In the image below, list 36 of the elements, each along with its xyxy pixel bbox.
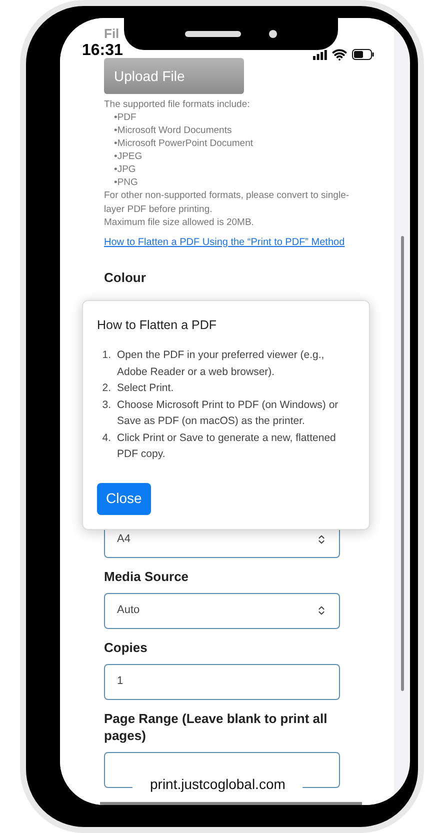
format-item: •Microsoft Word Documents xyxy=(114,124,233,137)
note-text: Maximum file size allowed is 20MB. xyxy=(104,216,255,230)
format-item: •JPEG xyxy=(114,150,144,163)
chevron-updown-icon xyxy=(316,534,327,545)
dialog-title: How to Flatten a PDF xyxy=(97,317,218,333)
step-text: Select Print. xyxy=(117,381,175,396)
battery-icon xyxy=(352,49,374,60)
close-button[interactable]: Close xyxy=(97,482,151,514)
select-field[interactable]: Auto xyxy=(104,592,340,628)
colour-label: Colour xyxy=(104,270,147,286)
step-number: 3. xyxy=(101,398,111,412)
step-text: Open the PDF in your preferred viewer (e.g., Adobe Reader or a web browser). xyxy=(117,348,326,380)
signal-icon xyxy=(313,50,327,60)
note-text: For other non-supported formats, please convert to single-layer PDF before printing. xyxy=(104,189,350,216)
step-number: 2. xyxy=(101,381,111,396)
field-label: Page Range (Leave blank to print all pages) xyxy=(104,710,328,744)
format-item: •Microsoft PowerPoint Document xyxy=(114,137,254,150)
formats-intro: The supported file formats include: xyxy=(104,98,251,111)
format-item: •PNG xyxy=(114,176,139,189)
scrollbar[interactable] xyxy=(400,236,404,691)
format-item: •PDF xyxy=(114,111,138,124)
field-label: Copies xyxy=(104,638,148,656)
step-text: Click Print or Save to generate a new, flattened PDF copy. xyxy=(117,430,337,462)
format-item: •JPG xyxy=(114,163,137,176)
wifi-icon xyxy=(332,47,347,62)
help-link[interactable]: How to Flatten a PDF Using the “Print to PDF” Method xyxy=(104,234,366,250)
input-field[interactable]: 1 xyxy=(104,664,340,700)
speaker-icon xyxy=(185,31,241,37)
chevron-updown-icon xyxy=(316,605,327,616)
step-text: Choose Microsoft Print to PDF (on Windows) or Save as PDF (on macOS) as the printer. xyxy=(117,398,340,429)
step-number: 4. xyxy=(101,430,111,446)
field-label: Media Source xyxy=(104,568,190,584)
file-label: Fil xyxy=(104,26,120,42)
camera-icon xyxy=(269,30,277,38)
step-number: 1. xyxy=(101,348,111,363)
status-time: 16:31 xyxy=(82,42,123,60)
